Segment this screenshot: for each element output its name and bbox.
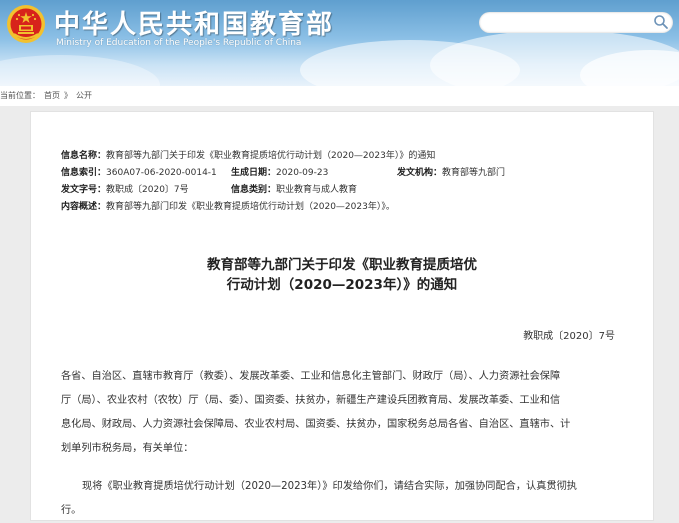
meta-row-date: 生成日期：2020-09-23 xyxy=(231,165,328,178)
paragraph-line: 划单列市税务局，有关单位： xyxy=(61,443,194,454)
meta-row-name: 信息名称：教育部等九部门关于印发《职业教育提质培优行动计划（2020—2023年… xyxy=(61,148,435,161)
breadcrumb-separator: 》 xyxy=(64,91,72,100)
paragraph-line: 行。 xyxy=(61,505,82,516)
meta-row-index: 信息索引：360A07-06-2020-0014-1 xyxy=(61,165,217,178)
meta-value: 360A07-06-2020-0014-1 xyxy=(106,168,217,178)
meta-label: 生成日期： xyxy=(231,168,277,178)
paragraph-line: 现将《职业教育提质培优行动计划（2020—2023年）》印发给你们，请结合实际，… xyxy=(82,481,577,492)
meta-value: 教育部等九部门印发《职业教育提质培优行动计划（2020—2023年）》。 xyxy=(106,202,395,212)
meta-label: 发文字号： xyxy=(61,185,107,195)
article-title-line: 行动计划（2020—2023年）》的通知 xyxy=(226,277,458,293)
meta-value: 教育部等九部门关于印发《职业教育提质培优行动计划（2020—2023年）》的通知 xyxy=(106,151,436,161)
paragraph-line: 各省、自治区、直辖市教育厅（教委）、发展改革委、工业和信息化主管部门、财政厅（局… xyxy=(61,371,561,382)
article-paragraph: 现将《职业教育提质培优行动计划（2020—2023年）》印发给你们，请结合实际，… xyxy=(61,475,621,523)
meta-label: 内容概述： xyxy=(61,202,107,212)
meta-row-docno: 发文字号：教职成〔2020〕7号 xyxy=(61,182,189,195)
site-title-english: Ministry of Education of the People's Re… xyxy=(56,38,302,48)
article-title: 教育部等九部门关于印发《职业教育提质培优 行动计划（2020—2023年）》的通… xyxy=(31,255,653,295)
meta-value: 教职成〔2020〕7号 xyxy=(106,185,189,195)
national-emblem-icon[interactable] xyxy=(6,4,46,44)
meta-label: 信息名称： xyxy=(61,151,107,161)
document-number: 教职成〔2020〕7号 xyxy=(523,331,615,342)
meta-label: 信息索引： xyxy=(61,168,107,178)
meta-value: 2020-09-23 xyxy=(276,168,329,178)
meta-row-summary: 内容概述：教育部等九部门印发《职业教育提质培优行动计划（2020—2023年）》… xyxy=(61,199,395,212)
site-header: 中华人民共和国教育部 Ministry of Education of the … xyxy=(0,0,679,86)
breadcrumb-public[interactable]: 公开 xyxy=(76,91,92,100)
cloud-decoration xyxy=(0,55,160,86)
meta-label: 发文机构： xyxy=(397,168,443,178)
search-box xyxy=(479,12,673,33)
meta-value: 教育部等九部门 xyxy=(442,168,506,178)
document-panel: 信息名称：教育部等九部门关于印发《职业教育提质培优行动计划（2020—2023年… xyxy=(30,111,654,521)
search-icon[interactable] xyxy=(653,14,669,30)
article-title-line: 教育部等九部门关于印发《职业教育提质培优 xyxy=(207,257,477,273)
meta-row-category: 信息类别：职业教育与成人教育 xyxy=(231,182,357,195)
breadcrumb-home[interactable]: 首页 xyxy=(44,91,60,100)
breadcrumb-prefix: 当前位置： xyxy=(0,91,40,100)
meta-row-org: 发文机构：教育部等九部门 xyxy=(397,165,505,178)
breadcrumb: 当前位置： 首页》公开 xyxy=(0,86,679,106)
paragraph-line: 息化局、财政局、人力资源社会保障局、农业农村局、国资委、扶贫办，国家税务总局各省… xyxy=(61,419,571,430)
site-title[interactable]: 中华人民共和国教育部 xyxy=(54,4,334,41)
meta-value: 职业教育与成人教育 xyxy=(276,185,358,195)
search-input[interactable] xyxy=(487,14,651,32)
meta-label: 信息类别： xyxy=(231,185,277,195)
article-paragraph: 各省、自治区、直辖市教育厅（教委）、发展改革委、工业和信息化主管部门、财政厅（局… xyxy=(61,365,621,461)
paragraph-line: 厅（局）、农业农村（农牧）厅（局、委）、国资委、扶贫办，新疆生产建设兵团教育局、… xyxy=(61,395,561,406)
